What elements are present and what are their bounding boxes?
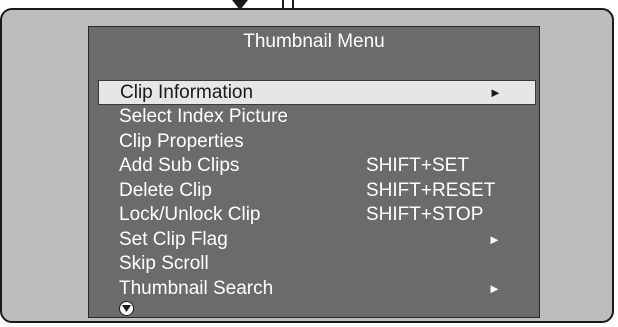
- menu-item-shortcut: SHIFT+RESET: [366, 179, 496, 201]
- menu-item-label: Delete Clip: [119, 179, 212, 201]
- menu-item-label: Lock/Unlock Clip: [119, 204, 261, 225]
- menu-item-label: Set Clip Flag: [119, 228, 228, 250]
- menu-item-set-clip-flag[interactable]: Set Clip Flag ►: [98, 228, 536, 253]
- menu-item-clip-information[interactable]: Clip Information ►: [98, 80, 536, 105]
- menu-item-label: Thumbnail Search: [119, 277, 274, 299]
- submenu-arrow-icon: ►: [488, 280, 501, 296]
- menu-item-label: Select Index Picture: [119, 106, 288, 127]
- menu-item-label: Add Sub Clips: [119, 155, 240, 176]
- menu-item-lock-unlock-clip[interactable]: Lock/Unlock Clip SHIFT+STOP: [98, 203, 536, 228]
- menu-item-thumbnail-search[interactable]: Thumbnail Search ►: [98, 277, 536, 302]
- menu-item-skip-scroll[interactable]: Skip Scroll: [98, 252, 536, 277]
- menu-item-add-sub-clips[interactable]: Add Sub Clips SHIFT+SET: [98, 154, 536, 179]
- submenu-arrow-icon: ►: [488, 231, 501, 247]
- menu-title: Thumbnail Menu: [243, 31, 385, 52]
- scroll-down-icon[interactable]: [119, 301, 134, 316]
- down-triangle-icon: [122, 305, 131, 312]
- submenu-arrow-icon: ►: [489, 85, 502, 100]
- menu-item-delete-clip[interactable]: Delete Clip SHIFT+RESET: [98, 179, 536, 204]
- menu-item-select-index-picture[interactable]: Select Index Picture: [98, 105, 536, 130]
- thumbnail-menu-panel: Thumbnail Menu Clip Information ► Select…: [88, 26, 540, 318]
- menu-item-label: Clip Properties: [119, 130, 244, 152]
- menu-item-shortcut: SHIFT+SET: [366, 155, 469, 176]
- menu-item-shortcut: SHIFT+STOP: [366, 204, 484, 225]
- top-connector: [282, 0, 294, 8]
- menu-item-label: Skip Scroll: [119, 253, 209, 274]
- menu-item-label: Clip Information: [120, 82, 254, 103]
- screen-frame: Thumbnail Menu Clip Information ► Select…: [0, 8, 614, 323]
- menu-item-clip-properties[interactable]: Clip Properties: [98, 130, 536, 155]
- menu-list: Clip Information ► Select Index Picture …: [98, 80, 536, 301]
